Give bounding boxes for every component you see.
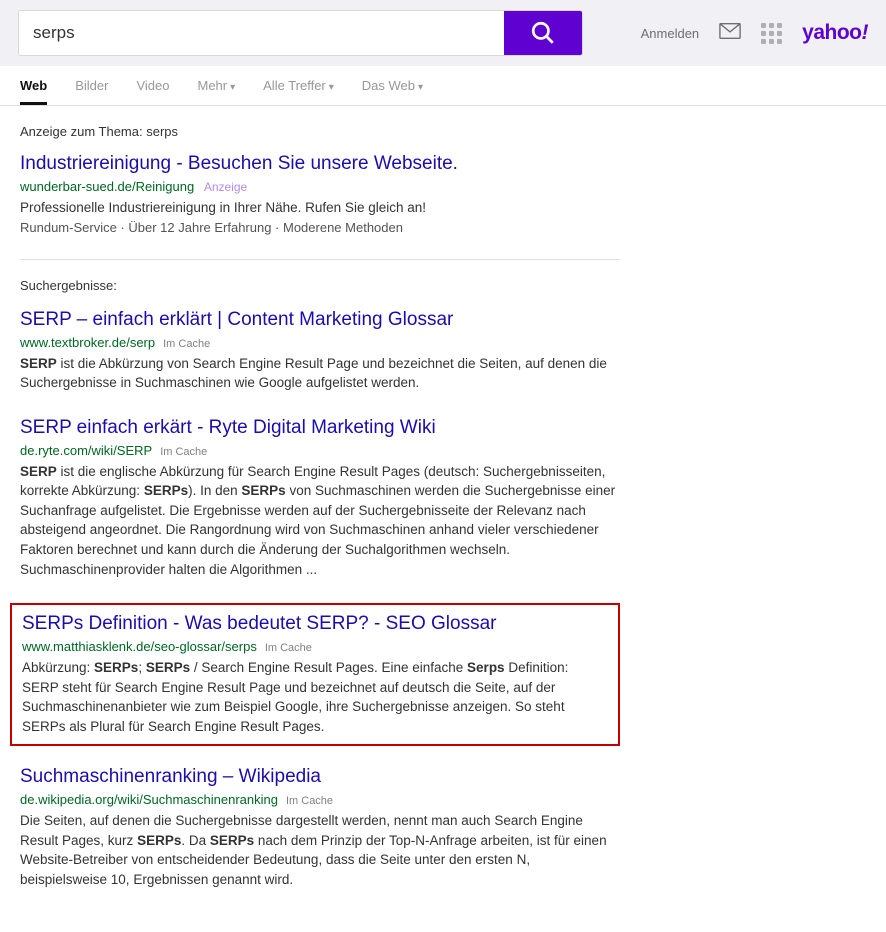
result-desc: SERP ist die Abkürzung von Search Engine… [20,354,620,393]
result-desc: Die Seiten, auf denen die Suchergebnisse… [20,811,620,889]
result-url[interactable]: www.matthiasklenk.de/seo-glossar/serps [22,639,257,654]
signin-link[interactable]: Anmelden [641,26,700,41]
result-url-line: de.ryte.com/wiki/SERP Im Cache [20,443,620,458]
search-icon [530,20,556,46]
tab-the-web[interactable]: Das Web▾ [362,66,423,105]
tab-all-hits[interactable]: Alle Treffer▾ [263,66,334,105]
yahoo-logo[interactable]: yahoo! [802,21,868,45]
result-title[interactable]: SERP einfach erkärt - Ryte Digital Marke… [20,417,620,439]
tab-video[interactable]: Video [136,66,169,105]
ad-result: Industriereinigung - Besuchen Sie unsere… [20,153,620,235]
ad-subline: Rundum-Service · Über 12 Jahre Erfahrung… [20,220,620,235]
ad-url-line: wunderbar-sued.de/Reinigung Anzeige [20,179,620,194]
chevron-down-icon: ▾ [418,82,423,93]
cache-link[interactable]: Im Cache [286,795,333,807]
tab-images[interactable]: Bilder [75,66,108,105]
ad-section-header: Anzeige zum Thema: serps [20,124,620,139]
apps-icon[interactable] [761,23,782,44]
result-url-line: de.wikipedia.org/wiki/Suchmaschinenranki… [20,792,620,807]
mail-icon[interactable] [719,22,741,45]
results-section-label: Suchergebnisse: [20,278,620,293]
tab-more[interactable]: Mehr▾ [197,66,235,105]
cache-link[interactable]: Im Cache [265,642,312,654]
search-result: SERP einfach erkärt - Ryte Digital Marke… [20,417,620,579]
divider [20,259,620,260]
result-title[interactable]: SERPs Definition - Was bedeutet SERP? - … [22,613,608,635]
search-result: Suchmaschinenranking – Wikipedia de.wikip… [20,766,620,889]
search-input[interactable] [19,11,504,55]
chevron-down-icon: ▾ [329,82,334,93]
ad-url[interactable]: wunderbar-sued.de/Reinigung [20,179,194,194]
tab-web[interactable]: Web [20,66,47,105]
chevron-down-icon: ▾ [230,82,235,93]
result-title[interactable]: Suchmaschinenranking – Wikipedia [20,766,620,788]
search-form [18,10,583,56]
search-button[interactable] [504,11,582,55]
ad-label: Anzeige [204,180,247,194]
result-desc: Abkürzung: SERPs; SERPs / Search Engine … [22,658,608,736]
result-title[interactable]: SERP – einfach erklärt | Content Marketi… [20,309,620,331]
search-tabs: Web Bilder Video Mehr▾ Alle Treffer▾ Das… [0,66,886,106]
results-content: Anzeige zum Thema: serps Industriereinig… [0,106,640,932]
result-desc: SERP ist die englische Abkürzung für Sea… [20,462,620,579]
ad-title[interactable]: Industriereinigung - Besuchen Sie unsere… [20,153,620,175]
cache-link[interactable]: Im Cache [163,338,210,350]
result-url[interactable]: www.textbroker.de/serp [20,335,155,350]
search-result: SERPs Definition - Was bedeutet SERP? - … [10,603,620,746]
header-right: Anmelden yahoo! [641,21,868,45]
header-bar: Anmelden yahoo! [0,0,886,66]
result-url[interactable]: de.ryte.com/wiki/SERP [20,443,152,458]
result-url-line: www.textbroker.de/serp Im Cache [20,335,620,350]
search-result: SERP – einfach erklärt | Content Marketi… [20,309,620,393]
ad-desc: Professionelle Industriereinigung in Ihr… [20,198,620,218]
result-url[interactable]: de.wikipedia.org/wiki/Suchmaschinenranki… [20,792,278,807]
result-url-line: www.matthiasklenk.de/seo-glossar/serps Im… [22,639,608,654]
cache-link[interactable]: Im Cache [160,446,207,458]
